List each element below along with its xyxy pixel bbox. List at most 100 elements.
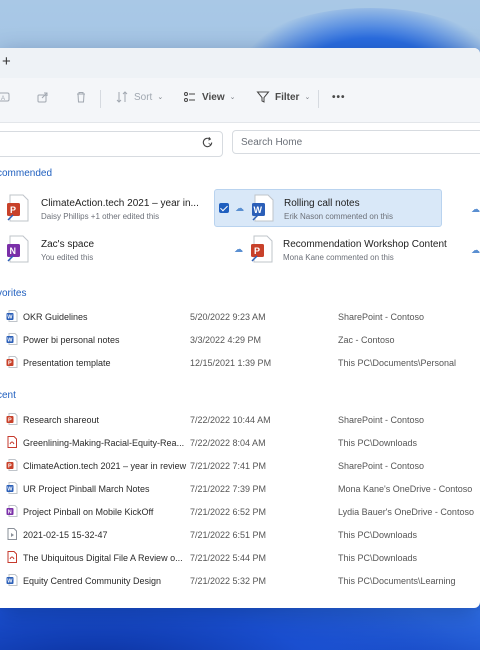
table-row[interactable]: W Equity Centred Community Design 7/21/2… bbox=[0, 570, 480, 592]
svg-text:P: P bbox=[254, 246, 260, 256]
cloud-icon: ☁ bbox=[471, 204, 480, 214]
file-location: This PC\Downloads bbox=[338, 438, 418, 448]
file-date: 12/15/2021 1:39 PM bbox=[190, 358, 272, 368]
section-favorites: vorites bbox=[0, 288, 27, 299]
rename-icon[interactable]: A bbox=[0, 90, 12, 104]
file-name: Power bi personal notes bbox=[23, 335, 120, 345]
recommended-card[interactable]: ☁ P Recommendation Workshop Content Mona… bbox=[214, 231, 464, 269]
file-date: 3/3/2022 4:29 PM bbox=[190, 335, 262, 345]
file-location: This PC\Documents\Learning bbox=[338, 576, 456, 586]
file-name: Presentation template bbox=[23, 358, 111, 368]
file-location: Mona Kane's OneDrive - Contoso bbox=[338, 484, 473, 494]
svg-text:P: P bbox=[8, 418, 12, 424]
table-row[interactable]: W OKR Guidelines 5/20/2022 9:23 AM Share… bbox=[0, 306, 480, 328]
svg-text:P: P bbox=[8, 361, 12, 367]
svg-text:W: W bbox=[7, 487, 13, 493]
svg-text:W: W bbox=[7, 579, 13, 585]
file-explorer-window: + A Sort ⌄ View ⌄ Filter ⌄ ••• ⌄ Search … bbox=[0, 48, 480, 608]
file-location: SharePoint - Contoso bbox=[338, 312, 425, 322]
onenote-file-icon: N bbox=[6, 235, 32, 268]
onenote-file-icon: N bbox=[6, 505, 18, 519]
table-row[interactable]: N Project Pinball on Mobile KickOff 7/21… bbox=[0, 501, 480, 523]
powerpoint-file-icon: P bbox=[6, 413, 18, 427]
cloud-icon: ☁ bbox=[471, 245, 480, 255]
chevron-down-icon: ⌄ bbox=[304, 94, 311, 101]
card-subtitle: Erik Nason commented on this bbox=[284, 212, 393, 221]
address-bar[interactable]: ⌄ bbox=[0, 131, 223, 157]
svg-text:A: A bbox=[1, 96, 5, 102]
toolbar-separator bbox=[100, 90, 101, 108]
file-date: 7/21/2022 7:39 PM bbox=[190, 484, 267, 494]
card-title: ClimateAction.tech 2021 – year in... bbox=[41, 198, 199, 209]
new-tab-button[interactable]: + bbox=[2, 53, 11, 70]
filter-icon bbox=[256, 91, 270, 103]
address-row: ⌄ Search Home bbox=[0, 123, 480, 167]
card-title: Rolling call notes bbox=[284, 198, 360, 209]
powerpoint-file-icon: P bbox=[6, 459, 18, 473]
file-date: 7/22/2022 10:44 AM bbox=[190, 415, 271, 425]
recommended-card[interactable]: P ClimateAction.tech 2021 – year in... D… bbox=[0, 190, 228, 228]
word-file-icon: W bbox=[251, 194, 277, 227]
chevron-down-icon: ⌄ bbox=[229, 94, 236, 101]
sort-label: Sort bbox=[134, 91, 153, 103]
search-input[interactable]: Search Home bbox=[232, 130, 480, 154]
card-title: Zac's space bbox=[41, 239, 95, 250]
toolbar-separator bbox=[318, 90, 319, 108]
sort-icon bbox=[116, 91, 128, 103]
file-name: UR Project Pinball March Notes bbox=[23, 484, 150, 494]
view-button[interactable]: View ⌄ bbox=[183, 90, 235, 104]
svg-text:W: W bbox=[7, 315, 13, 321]
svg-text:N: N bbox=[10, 246, 17, 256]
file-name: ClimateAction.tech 2021 – year in review bbox=[23, 461, 187, 471]
word-file-icon: W bbox=[6, 574, 18, 588]
file-date: 7/21/2022 5:44 PM bbox=[190, 553, 267, 563]
file-location: Zac - Contoso bbox=[338, 335, 395, 345]
file-location: This PC\Downloads bbox=[338, 553, 418, 563]
file-location: Lydia Bauer's OneDrive - Contoso bbox=[338, 507, 474, 517]
file-name: OKR Guidelines bbox=[23, 312, 88, 322]
chevron-down-icon: ⌄ bbox=[157, 94, 164, 101]
powerpoint-file-icon: P bbox=[6, 356, 18, 370]
delete-icon[interactable] bbox=[74, 90, 88, 104]
table-row[interactable]: The Ubiquitous Digital File A Review o..… bbox=[0, 547, 480, 569]
cloud-icon: ☁ bbox=[235, 203, 244, 213]
view-label: View bbox=[202, 91, 225, 103]
file-date: 7/21/2022 5:32 PM bbox=[190, 576, 267, 586]
file-name: Research shareout bbox=[23, 415, 100, 425]
pdf-file-icon bbox=[6, 436, 18, 450]
file-location: SharePoint - Contoso bbox=[338, 461, 425, 471]
file-name: Project Pinball on Mobile KickOff bbox=[23, 507, 154, 517]
file-name: Equity Centred Community Design bbox=[23, 576, 162, 586]
table-row[interactable]: W UR Project Pinball March Notes 7/21/20… bbox=[0, 478, 480, 500]
recommended-card-selected[interactable]: ☁ W Rolling call notes Erik Nason commen… bbox=[214, 189, 442, 227]
file-date: 7/21/2022 6:51 PM bbox=[190, 530, 267, 540]
file-location: This PC\Documents\Personal bbox=[338, 358, 457, 368]
view-icon bbox=[184, 92, 195, 102]
card-subtitle: Daisy Phillips +1 other edited this bbox=[41, 212, 160, 221]
recommended-card[interactable]: N Zac's space You edited this bbox=[0, 231, 228, 269]
table-row[interactable]: 2021-02-15 15-32-47 7/21/2022 6:51 PM Th… bbox=[0, 524, 480, 546]
checkbox-checked-icon[interactable] bbox=[219, 203, 229, 213]
powerpoint-file-icon: P bbox=[250, 235, 276, 268]
card-subtitle: You edited this bbox=[41, 253, 94, 262]
file-icon bbox=[6, 528, 18, 542]
file-location: SharePoint - Contoso bbox=[338, 415, 425, 425]
table-row[interactable]: W Power bi personal notes 3/3/2022 4:29 … bbox=[0, 329, 480, 351]
table-row[interactable]: P ClimateAction.tech 2021 – year in revi… bbox=[0, 455, 480, 477]
sort-button[interactable]: Sort ⌄ bbox=[115, 90, 163, 104]
section-recent: cent bbox=[0, 390, 16, 401]
svg-text:N: N bbox=[8, 510, 12, 516]
refresh-icon[interactable] bbox=[201, 136, 214, 154]
svg-text:W: W bbox=[7, 338, 13, 344]
more-options-button[interactable]: ••• bbox=[332, 92, 346, 103]
svg-text:W: W bbox=[254, 205, 263, 215]
section-recommended: commended bbox=[0, 168, 53, 179]
card-title: Recommendation Workshop Content bbox=[283, 239, 447, 250]
table-row[interactable]: P Presentation template 12/15/2021 1:39 … bbox=[0, 352, 480, 374]
filter-button[interactable]: Filter ⌄ bbox=[256, 90, 310, 104]
share-icon[interactable] bbox=[36, 90, 50, 104]
file-date: 7/21/2022 7:41 PM bbox=[190, 461, 267, 471]
table-row[interactable]: Greenlining-Making-Racial-Equity-Rea... … bbox=[0, 432, 480, 454]
word-file-icon: W bbox=[6, 482, 18, 496]
table-row[interactable]: P Research shareout 7/22/2022 10:44 AM S… bbox=[0, 409, 480, 431]
